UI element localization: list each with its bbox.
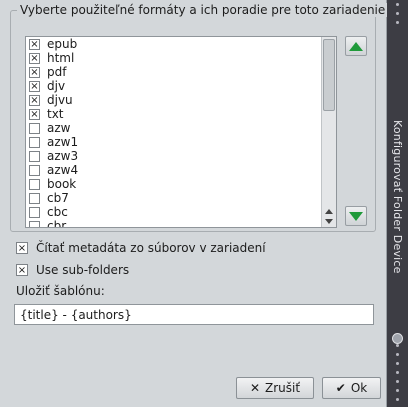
format-checkbox[interactable] bbox=[29, 122, 40, 134]
format-label: txt bbox=[47, 107, 64, 121]
list-item[interactable]: cbr bbox=[26, 219, 322, 228]
format-checkbox[interactable] bbox=[29, 150, 40, 162]
list-item[interactable]: × epub bbox=[26, 37, 322, 51]
format-label: pdf bbox=[47, 65, 67, 79]
format-checkbox[interactable] bbox=[29, 136, 40, 148]
use-subfolders-checkbox[interactable]: × bbox=[16, 264, 28, 276]
checkmark-icon: ✔ bbox=[335, 381, 346, 395]
list-item[interactable]: cb7 bbox=[26, 191, 322, 205]
formats-list-items: × epub × html × pdf × djv × djvu × txt azw azw1 azw3 az… bbox=[26, 37, 322, 228]
format-label: cbr bbox=[47, 219, 67, 228]
list-item[interactable]: azw bbox=[26, 121, 322, 135]
dock-grip-top bbox=[393, 3, 402, 24]
format-checkbox[interactable]: × bbox=[29, 80, 40, 92]
list-item[interactable]: × pdf bbox=[26, 65, 322, 79]
use-subfolders-option[interactable]: × Use sub-folders bbox=[16, 262, 129, 278]
format-label: html bbox=[47, 51, 75, 65]
list-item[interactable]: azw3 bbox=[26, 149, 322, 163]
format-checkbox[interactable] bbox=[29, 178, 40, 190]
list-item[interactable]: cbc bbox=[26, 205, 322, 219]
save-template-label: Uložiť šablónu: bbox=[16, 284, 105, 298]
list-item[interactable]: × djvu bbox=[26, 93, 322, 107]
list-item[interactable]: book bbox=[26, 177, 322, 191]
read-metadata-checkbox[interactable]: × bbox=[16, 242, 28, 254]
format-checkbox[interactable]: × bbox=[29, 94, 40, 106]
list-item[interactable]: azw1 bbox=[26, 135, 322, 149]
format-checkbox[interactable]: × bbox=[29, 52, 40, 64]
format-checkbox[interactable] bbox=[29, 220, 40, 227]
list-item[interactable]: × html bbox=[26, 51, 322, 65]
format-label: azw3 bbox=[47, 149, 79, 163]
pin-icon[interactable] bbox=[392, 333, 403, 344]
format-checkbox[interactable]: × bbox=[29, 108, 40, 120]
scroll-up-arrow-icon[interactable] bbox=[325, 209, 333, 214]
save-template-input[interactable] bbox=[14, 304, 374, 325]
read-metadata-label: Čítať metadáta zo súborov v zariadení bbox=[36, 241, 266, 255]
format-label: cbc bbox=[47, 205, 68, 219]
close-icon: ✕ bbox=[249, 381, 260, 395]
format-label: djv bbox=[47, 79, 66, 93]
format-label: azw bbox=[47, 121, 71, 135]
formats-group-title: Vyberte použiteľné formáty a ich poradie… bbox=[17, 3, 389, 17]
format-label: epub bbox=[47, 37, 78, 51]
format-checkbox[interactable] bbox=[29, 164, 40, 176]
format-label: azw1 bbox=[47, 135, 79, 149]
list-item[interactable]: × djv bbox=[26, 79, 322, 93]
use-subfolders-label: Use sub-folders bbox=[36, 263, 130, 277]
dock-grip-bottom bbox=[393, 344, 402, 407]
format-checkbox[interactable]: × bbox=[29, 38, 40, 50]
format-label: cb7 bbox=[47, 191, 69, 205]
move-format-down-button[interactable] bbox=[345, 206, 367, 226]
scroll-down-arrow-icon[interactable] bbox=[325, 219, 333, 224]
green-triangle-up-icon bbox=[349, 41, 363, 51]
list-item[interactable]: × txt bbox=[26, 107, 322, 121]
list-item[interactable]: azw4 bbox=[26, 163, 322, 177]
read-metadata-option[interactable]: × Čítať metadáta zo súborov v zariadení bbox=[16, 240, 266, 256]
dock-sidebar[interactable]: Konfigurovať Folder Device bbox=[387, 0, 408, 407]
format-checkbox[interactable]: × bbox=[29, 66, 40, 78]
green-triangle-down-icon bbox=[349, 211, 363, 221]
formats-list[interactable]: × epub × html × pdf × djv × djvu × txt azw azw1 azw3 az… bbox=[25, 36, 337, 228]
cancel-button[interactable]: ✕ Zrušiť bbox=[236, 377, 314, 399]
format-label: azw4 bbox=[47, 163, 79, 177]
configure-device-dialog: Vyberte použiteľné formáty a ich poradie… bbox=[0, 0, 389, 407]
scrollbar-thumb[interactable] bbox=[323, 39, 335, 111]
format-checkbox[interactable] bbox=[29, 192, 40, 204]
format-label: djvu bbox=[47, 93, 73, 107]
ok-button-label: Ok bbox=[350, 381, 368, 395]
move-format-up-button[interactable] bbox=[345, 36, 367, 56]
cancel-button-label: Zrušiť bbox=[265, 381, 301, 395]
dock-sidebar-title: Konfigurovať Folder Device bbox=[391, 120, 404, 274]
format-checkbox[interactable] bbox=[29, 206, 40, 218]
ok-button[interactable]: ✔ Ok bbox=[322, 377, 381, 399]
format-label: book bbox=[47, 177, 77, 191]
formats-list-scrollbar[interactable] bbox=[321, 37, 336, 227]
